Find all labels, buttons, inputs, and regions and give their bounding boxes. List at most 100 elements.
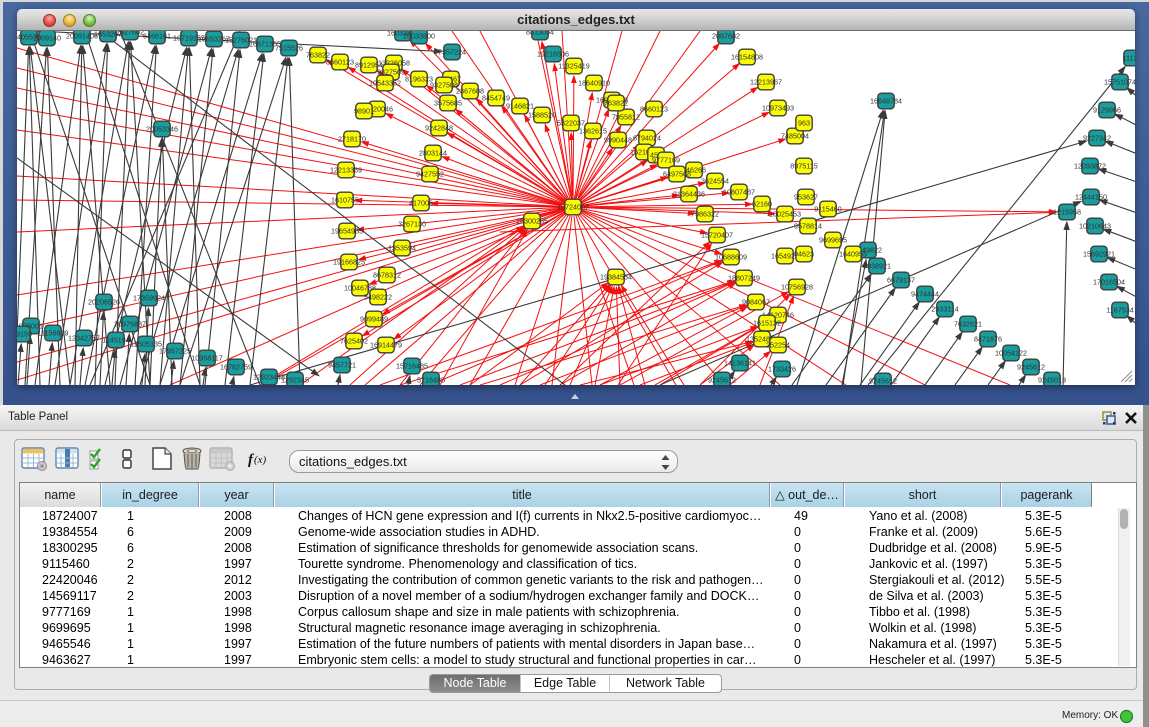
svg-text:7357224: 7357224 — [438, 48, 466, 57]
svg-text:17359924: 17359924 — [133, 294, 165, 303]
svg-text:8471876: 8471876 — [974, 335, 1002, 344]
svg-text:16033800: 16033800 — [403, 32, 435, 41]
svg-text:1640955: 1640955 — [839, 250, 867, 259]
svg-text:12093872: 12093872 — [1074, 162, 1106, 171]
svg-text:2718170: 2718170 — [338, 135, 366, 144]
svg-text:1527602: 1527602 — [116, 31, 144, 37]
svg-text:9427552: 9427552 — [416, 170, 444, 179]
svg-text:10025453: 10025453 — [769, 210, 801, 219]
svg-text:10543362: 10543362 — [369, 79, 401, 88]
svg-text:98901: 98901 — [354, 107, 374, 116]
svg-text:6466161: 6466161 — [143, 32, 171, 41]
svg-text:19654985: 19654985 — [331, 227, 363, 236]
svg-text:12505135: 12505135 — [130, 340, 162, 349]
svg-text:16648784: 16648784 — [870, 97, 902, 106]
svg-text:252254: 252254 — [766, 341, 790, 350]
svg-text:8196323: 8196323 — [405, 75, 433, 84]
svg-text:8660123: 8660123 — [640, 105, 668, 114]
svg-text:5716485: 5716485 — [417, 376, 445, 385]
svg-text:2933114: 2933114 — [931, 305, 958, 314]
svg-text:9099489: 9099489 — [360, 315, 388, 324]
svg-text:1610755: 1610755 — [331, 196, 359, 205]
svg-text:8678312: 8678312 — [373, 271, 401, 280]
svg-text:1145194: 1145194 — [102, 336, 129, 345]
svg-text:1167534: 1167534 — [1106, 306, 1133, 315]
svg-text:18724007: 18724007 — [557, 203, 589, 212]
svg-text:25300265: 25300265 — [516, 217, 548, 226]
svg-text:7625402: 7625402 — [340, 337, 368, 346]
svg-text:10054122: 10054122 — [995, 349, 1027, 358]
svg-text:963: 963 — [798, 119, 810, 128]
svg-text:(x): (x) — [254, 454, 267, 466]
svg-text:39159: 39159 — [17, 330, 32, 339]
svg-text:12213967: 12213967 — [750, 78, 782, 87]
svg-text:10973493: 10973493 — [762, 104, 794, 113]
svg-text:19384554: 19384554 — [600, 273, 632, 282]
svg-text:2009140: 2009140 — [33, 34, 61, 43]
svg-text:1215958: 1215958 — [1053, 208, 1081, 217]
svg-text:5498222: 5498222 — [364, 293, 392, 302]
svg-text:12213369: 12213369 — [330, 166, 362, 175]
svg-text:9777169: 9777169 — [652, 156, 680, 165]
svg-text:8813054: 8813054 — [526, 31, 554, 37]
svg-text:3624554: 3624554 — [701, 177, 729, 186]
svg-text:2803144: 2803144 — [419, 149, 447, 158]
svg-text:9245612: 9245612 — [1017, 363, 1045, 372]
svg-text:1615132: 1615132 — [753, 319, 781, 328]
svg-text:9084067: 9084067 — [742, 298, 770, 307]
svg-text:19166825: 19166825 — [333, 258, 365, 267]
svg-text:30975887: 30975887 — [114, 320, 146, 329]
svg-text:3267130: 3267130 — [398, 220, 426, 229]
svg-text:1353594: 1353594 — [388, 244, 416, 253]
svg-text:14136141: 14136141 — [724, 359, 756, 368]
svg-text:9245013: 9245013 — [1038, 376, 1066, 385]
svg-text:10210643: 10210643 — [1079, 222, 1111, 231]
svg-text:9699695: 9699695 — [819, 236, 847, 245]
svg-text:11156829: 11156829 — [38, 329, 69, 338]
svg-text:6679137: 6679137 — [887, 276, 915, 285]
svg-text:8975115: 8975115 — [790, 162, 817, 171]
svg-text:9245612: 9245612 — [869, 377, 897, 385]
svg-text:8660123: 8660123 — [326, 58, 354, 67]
svg-text:2087682: 2087682 — [712, 32, 740, 41]
svg-text:62160: 62160 — [752, 200, 772, 209]
svg-text:18640910: 18640910 — [578, 79, 610, 88]
svg-text:16782759: 16782759 — [220, 363, 252, 372]
svg-text:10958117: 10958117 — [191, 354, 222, 363]
svg-text:2367608: 2367608 — [456, 87, 484, 96]
svg-text:20053346: 20053346 — [146, 125, 178, 134]
svg-text:5322037: 5322037 — [557, 119, 585, 128]
svg-text:6794024: 6794024 — [633, 134, 661, 143]
svg-text:9146821: 9146821 — [506, 102, 534, 111]
svg-text:16154808: 16154808 — [731, 53, 763, 62]
svg-text:9115460: 9115460 — [814, 205, 841, 214]
svg-text:12444150: 12444150 — [1075, 193, 1107, 202]
svg-text:15720407: 15720407 — [701, 231, 733, 240]
svg-text:17016504: 17016504 — [1093, 278, 1125, 287]
svg-text:9327508: 9327508 — [430, 81, 458, 90]
svg-text:763822: 763822 — [604, 99, 628, 108]
svg-text:10807487: 10807487 — [723, 188, 755, 197]
svg-text:15751074: 15751074 — [1104, 78, 1135, 87]
svg-text:20206526: 20206526 — [88, 298, 120, 307]
svg-text:18807249: 18807249 — [728, 274, 760, 283]
svg-text:1362615: 1362615 — [579, 127, 607, 136]
svg-text:10688609: 10688609 — [715, 253, 747, 262]
svg-text:19218506: 19218506 — [537, 50, 569, 59]
svg-text:94623: 94623 — [794, 250, 814, 259]
svg-text:9129966: 9129966 — [1093, 106, 1121, 115]
svg-text:1733426: 1733426 — [768, 365, 796, 374]
svg-text:7955812: 7955812 — [612, 113, 640, 122]
svg-text:9227342: 9227342 — [1083, 134, 1111, 143]
svg-text:21364436: 21364436 — [673, 190, 705, 199]
svg-text:953627: 953627 — [794, 193, 818, 202]
svg-text:1588520: 1588520 — [528, 111, 556, 120]
svg-text:7986322: 7986322 — [691, 210, 719, 219]
svg-text:10756928: 10756928 — [781, 283, 813, 292]
svg-text:9474444: 9474444 — [911, 290, 939, 299]
svg-text:12342757: 12342757 — [68, 334, 100, 343]
svg-text:16914479: 16914479 — [370, 341, 402, 350]
svg-text:11125: 11125 — [1123, 54, 1135, 63]
svg-text:417006: 417006 — [409, 199, 433, 208]
svg-text:9245612: 9245612 — [708, 376, 736, 385]
